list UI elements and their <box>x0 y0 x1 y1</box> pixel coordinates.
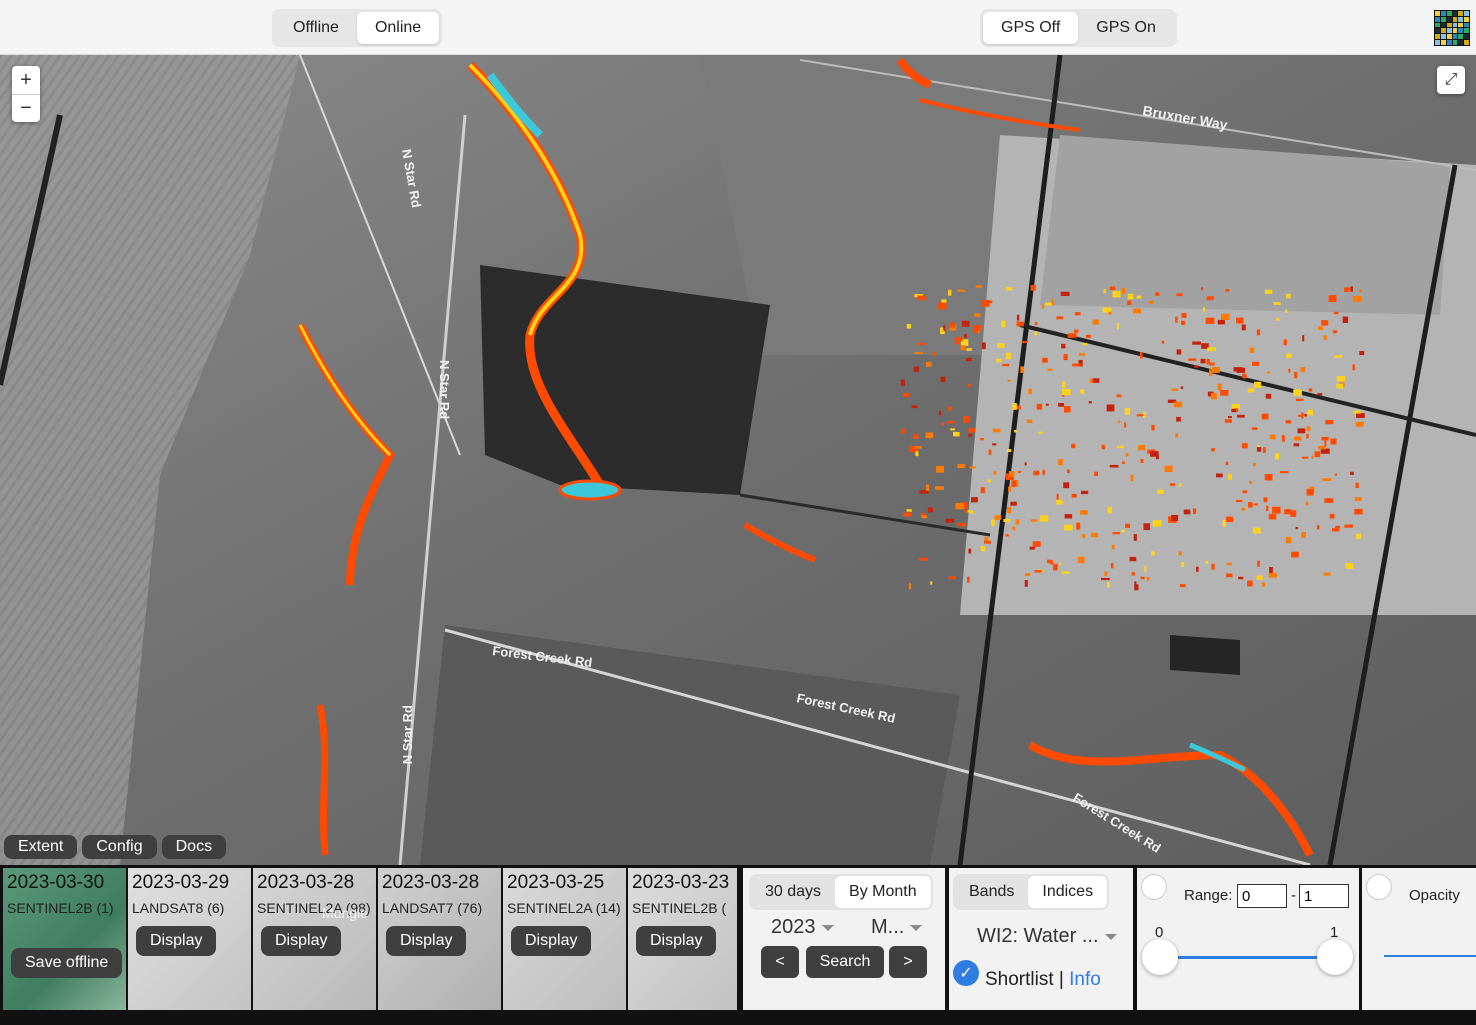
display-button[interactable]: Display <box>636 926 717 956</box>
app-logo-icon[interactable] <box>1434 10 1470 46</box>
map-view[interactable]: N Star Rd N Star Rd N Star Rd Bruxner Wa… <box>0 55 1476 865</box>
scene-card[interactable]: 2023-03-25 SENTINEL2A (14) Display <box>503 868 628 1010</box>
shortlist-checkbox[interactable]: ✓ <box>953 960 979 986</box>
scene-satellite: SENTINEL2A (14) <box>507 900 621 916</box>
display-button[interactable]: Display <box>261 926 342 956</box>
zoom-control: + − <box>12 66 40 122</box>
range-panel: Range: - 0 1 <box>1137 868 1359 1010</box>
separator: | <box>1058 969 1064 990</box>
range-min-input[interactable] <box>1237 884 1287 908</box>
index-select[interactable]: WI2: Water ... <box>977 925 1117 948</box>
extent-button[interactable]: Extent <box>4 835 78 859</box>
range-min-handle[interactable] <box>1142 939 1178 975</box>
thumbnail-place-label: Mungle <box>322 905 368 921</box>
bands-panel: Bands Indices WI2: Water ... ✓ Shortlist… <box>949 868 1133 1010</box>
gps-toggle: GPS Off GPS On <box>980 9 1177 47</box>
save-offline-button[interactable]: Save offline <box>11 948 123 978</box>
range-max-input[interactable] <box>1299 884 1349 908</box>
scene-card[interactable]: 2023-03-28 LANDSAT7 (76) Display <box>378 868 503 1010</box>
top-toolbar: Offline Online GPS Off GPS On <box>0 0 1476 55</box>
month-select[interactable]: M... <box>871 916 923 939</box>
period-toggle: 30 days By Month <box>749 874 933 910</box>
scene-date: 2023-03-30 <box>7 872 105 893</box>
scene-satellite: SENTINEL2B (1) <box>7 900 114 916</box>
scene-date: 2023-03-29 <box>132 872 230 893</box>
forest-patch <box>480 265 770 495</box>
mode-toggle: Offline Online <box>272 9 443 47</box>
scene-satellite: SENTINEL2B ( <box>632 900 727 916</box>
display-button[interactable]: Display <box>136 926 217 956</box>
chevron-down-icon <box>910 924 923 931</box>
range-toggle[interactable] <box>1141 874 1167 900</box>
opacity-slider-track[interactable] <box>1384 955 1476 957</box>
zoom-out-button[interactable]: − <box>12 94 40 122</box>
opacity-label: Opacity <box>1409 887 1460 904</box>
opacity-toggle[interactable] <box>1366 874 1392 900</box>
thirty-days-option[interactable]: 30 days <box>751 876 835 908</box>
display-button[interactable]: Display <box>511 926 592 956</box>
fullscreen-icon[interactable]: ⤢ <box>1437 66 1465 94</box>
gps-off-option[interactable]: GPS Off <box>983 12 1079 44</box>
road-label-n-star-3: N Star Rd <box>400 705 415 764</box>
scene-satellite: LANDSAT8 (6) <box>132 900 225 916</box>
scene-date: 2023-03-25 <box>507 872 605 893</box>
shortlist-label: Shortlist <box>985 969 1054 990</box>
month-value: M... <box>871 916 905 938</box>
road-label-n-star-2: N Star Rd <box>437 360 452 419</box>
chevron-down-icon <box>821 924 834 931</box>
map-actions: Extent Config Docs <box>4 835 227 859</box>
range-slider-track[interactable] <box>1161 956 1335 959</box>
bands-indices-toggle: Bands Indices <box>953 874 1110 910</box>
next-month-button[interactable]: > <box>889 946 927 978</box>
display-button[interactable]: Display <box>386 926 467 956</box>
satellite-imagery: N Star Rd N Star Rd N Star Rd Bruxner Wa… <box>0 55 1476 865</box>
docs-button[interactable]: Docs <box>161 835 227 859</box>
index-value: WI2: Water ... <box>977 925 1099 947</box>
offline-option[interactable]: Offline <box>275 12 357 44</box>
online-option[interactable]: Online <box>356 12 440 44</box>
scene-list[interactable]: 2023-03-30 SENTINEL2B (1) Save offline 2… <box>3 868 737 1010</box>
scene-date: 2023-03-23 <box>632 872 730 893</box>
range-label: Range: <box>1184 887 1233 904</box>
by-month-option[interactable]: By Month <box>835 876 931 908</box>
prev-month-button[interactable]: < <box>761 946 799 978</box>
range-max-handle[interactable] <box>1317 939 1353 975</box>
gps-on-option[interactable]: GPS On <box>1078 12 1174 44</box>
scene-card[interactable]: 2023-03-23 SENTINEL2B ( Display <box>628 868 737 1010</box>
scene-date: 2023-03-28 <box>382 872 480 893</box>
zoom-in-button[interactable]: + <box>12 66 40 94</box>
year-select[interactable]: 2023 <box>771 916 834 939</box>
date-search-panel: 30 days By Month 2023 M... < Search > <box>743 868 945 1010</box>
info-link[interactable]: Info <box>1069 969 1101 990</box>
scene-card[interactable]: 2023-03-28 SENTINEL2A (98) Display <box>253 868 378 1010</box>
bands-tab[interactable]: Bands <box>955 876 1028 908</box>
chevron-down-icon <box>1104 933 1117 940</box>
scene-satellite: LANDSAT7 (76) <box>382 900 483 916</box>
search-button[interactable]: Search <box>806 946 884 978</box>
bottom-panel: 2023-03-30 SENTINEL2B (1) Save offline 2… <box>0 865 1476 1025</box>
opacity-panel: Opacity <box>1362 868 1476 1010</box>
scene-card[interactable]: 2023-03-29 LANDSAT8 (6) Display <box>128 868 253 1010</box>
indices-tab[interactable]: Indices <box>1028 876 1108 908</box>
scene-card[interactable]: 2023-03-30 SENTINEL2B (1) Save offline <box>3 868 128 1010</box>
config-button[interactable]: Config <box>82 835 157 859</box>
year-value: 2023 <box>771 916 816 938</box>
scene-date: 2023-03-28 <box>257 872 355 893</box>
range-dash: - <box>1291 887 1296 904</box>
